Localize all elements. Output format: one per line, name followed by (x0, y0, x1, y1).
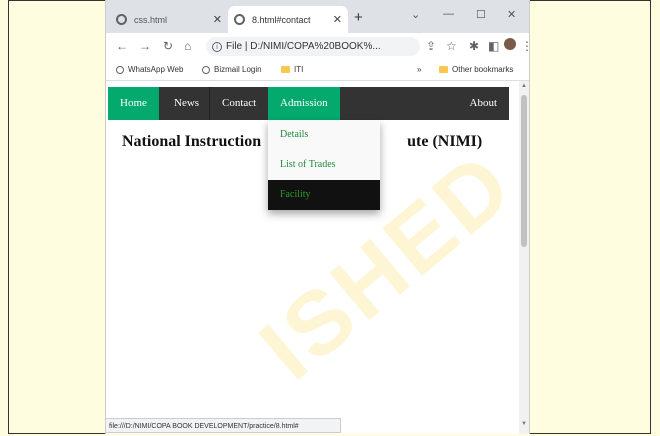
home-icon[interactable]: ⌂ (184, 39, 191, 53)
address-bar[interactable]: i File | D:/NIMI/COPA%20BOOK%... (206, 37, 420, 56)
nav-contact[interactable]: Contact (209, 87, 268, 120)
scrollbar[interactable]: ▲ ▼ (519, 81, 529, 434)
more-bookmarks-icon[interactable]: » (417, 65, 421, 74)
address-text: File | D:/NIMI/COPA%20BOOK%... (226, 41, 381, 52)
admission-dropdown: Details List of Trades Facility (268, 120, 380, 210)
folder-icon (281, 66, 290, 73)
nav-admission[interactable]: Admission (268, 87, 340, 120)
new-tab-button[interactable]: + (354, 9, 363, 26)
dropdown-item-details[interactable]: Details (268, 120, 380, 150)
dropdown-item-trades[interactable]: List of Trades (268, 150, 380, 180)
bookmark-bizmail[interactable]: Bizmail Login (202, 65, 262, 74)
nav-home[interactable]: Home (108, 87, 159, 120)
maximize-button[interactable]: ☐ (476, 8, 486, 21)
dropdown-item-facility[interactable]: Facility (268, 180, 380, 210)
tab-title: css.html (134, 14, 168, 25)
navbar: Home News Contact Admission About (108, 87, 509, 120)
page-content: Home News Contact Admission About Nation… (106, 81, 519, 418)
folder-icon (439, 66, 448, 73)
back-icon[interactable]: ← (116, 39, 128, 53)
heading-left: National Instruction (122, 133, 262, 150)
forward-icon[interactable]: → (139, 39, 151, 53)
scroll-down-icon[interactable]: ▼ (521, 421, 527, 427)
close-tab-icon[interactable]: ✕ (333, 13, 342, 26)
nav-news[interactable]: News (162, 87, 211, 120)
extensions-icon[interactable]: ✱ (469, 39, 479, 53)
tab-title: 8.html#contact (252, 14, 311, 25)
bookmark-label: ITI (294, 65, 304, 74)
globe-icon (116, 14, 127, 25)
share-icon[interactable]: ⇪ (426, 39, 436, 53)
browser-toolbar: ← → ↻ ⌂ i File | D:/NIMI/COPA%20BOOK%...… (106, 33, 529, 60)
globe-icon (116, 65, 124, 74)
bookmark-label: Other bookmarks (452, 65, 514, 74)
tab-css[interactable]: css.html ✕ (110, 6, 228, 33)
info-icon[interactable]: i (212, 41, 222, 52)
globe-icon (234, 14, 245, 25)
browser-window: css.html ✕ 8.html#contact ✕ + ⌄ — ☐ ✕ ← … (105, 0, 530, 434)
tab-contact[interactable]: 8.html#contact ✕ (228, 6, 348, 33)
bookmark-label: WhatsApp Web (128, 65, 184, 74)
close-tab-icon[interactable]: ✕ (213, 13, 222, 26)
nav-about[interactable]: About (458, 87, 510, 120)
bookmark-label: Bizmail Login (214, 65, 262, 74)
scrollbar-thumb[interactable] (521, 95, 527, 247)
globe-icon (202, 65, 210, 74)
bookmark-iti[interactable]: ITI (281, 65, 303, 74)
bookmark-whatsapp[interactable]: WhatsApp Web (116, 65, 183, 74)
close-window-button[interactable]: ✕ (507, 8, 516, 21)
avatar[interactable] (504, 38, 516, 50)
chevron-down-icon[interactable]: ⌄ (411, 8, 420, 21)
menu-icon[interactable]: ⋮ (521, 39, 529, 53)
heading-right: ute (NIMI) (407, 133, 483, 150)
minimize-button[interactable]: — (443, 8, 454, 20)
scroll-up-icon[interactable]: ▲ (521, 83, 527, 89)
reload-icon[interactable]: ↻ (163, 39, 173, 53)
status-bar: file:///D:/NIMI/COPA BOOK DEVELOPMENT/pr… (106, 418, 341, 433)
bookmarks-bar: WhatsApp Web Bizmail Login ITI » Other b… (106, 60, 529, 81)
sidepanel-icon[interactable]: ◧ (488, 39, 499, 53)
tab-strip: css.html ✕ 8.html#contact ✕ + ⌄ — ☐ ✕ (106, 0, 529, 33)
bookmark-other[interactable]: Other bookmarks (439, 65, 513, 74)
star-icon[interactable]: ☆ (446, 39, 457, 53)
